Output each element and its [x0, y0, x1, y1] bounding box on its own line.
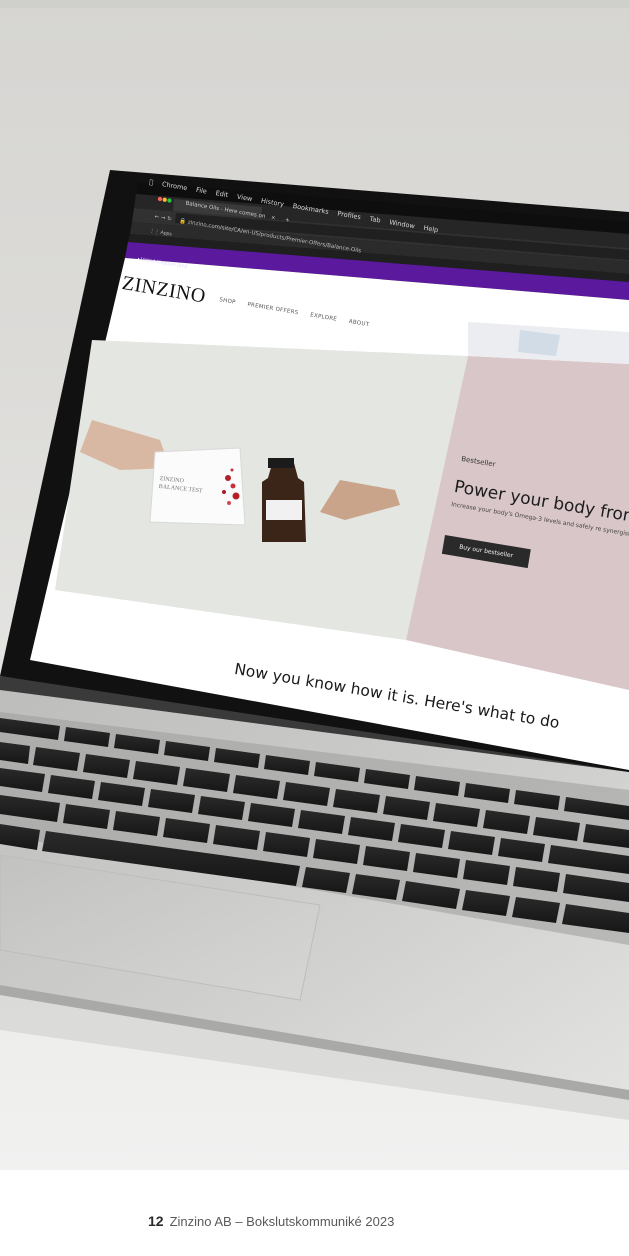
reload-icon[interactable]: ↻ — [167, 216, 173, 223]
apple-icon:  — [149, 178, 154, 187]
page-number: 12 — [148, 1213, 164, 1229]
footer-line: 12 Zinzino AB – Bokslutskommuniké 2023 — [148, 1213, 394, 1229]
nav-item-premier-offers[interactable]: PREMIER OFFERS — [247, 301, 299, 315]
window-controls-icon[interactable]: ● — [167, 198, 173, 205]
close-tab-icon[interactable]: × — [270, 215, 276, 222]
menu-item[interactable]: Edit — [215, 189, 229, 199]
menu-item[interactable]: File — [195, 186, 207, 196]
forward-icon[interactable]: → — [160, 215, 166, 222]
laptop-scene — [0, 170, 629, 1120]
nav-item-explore[interactable]: EXPLORE — [310, 312, 338, 322]
lock-icon: 🔒 — [178, 218, 187, 226]
menu-item[interactable]: View — [236, 193, 253, 203]
menu-item[interactable]: Help — [423, 224, 439, 234]
menu-item[interactable]: Tab — [369, 215, 381, 225]
apps-icon[interactable]: ⋮⋮ — [149, 228, 160, 236]
back-icon[interactable]: ← — [154, 214, 160, 221]
nav-item-shop[interactable]: SHOP — [219, 297, 236, 306]
new-tab-icon[interactable]: + — [285, 217, 291, 224]
page-footer: 12 Zinzino AB – Bokslutskommuniké 2023 — [0, 1170, 629, 1256]
bookmark-apps[interactable]: Apps — [160, 230, 172, 238]
laptop-photo: ChromeFileEditViewHistoryBookmarksProfi… — [0, 0, 629, 1170]
footer-title: Zinzino AB – Bokslutskommuniké 2023 — [169, 1214, 395, 1229]
nav-item-about[interactable]: ABOUT — [348, 318, 369, 327]
